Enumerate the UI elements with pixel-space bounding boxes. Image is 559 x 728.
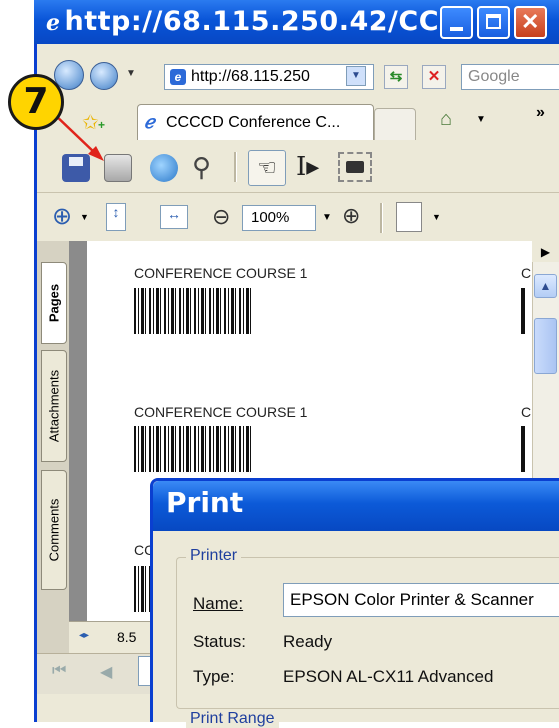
step-number-badge: 7 [8,74,64,130]
callout-arrow [51,111,104,161]
